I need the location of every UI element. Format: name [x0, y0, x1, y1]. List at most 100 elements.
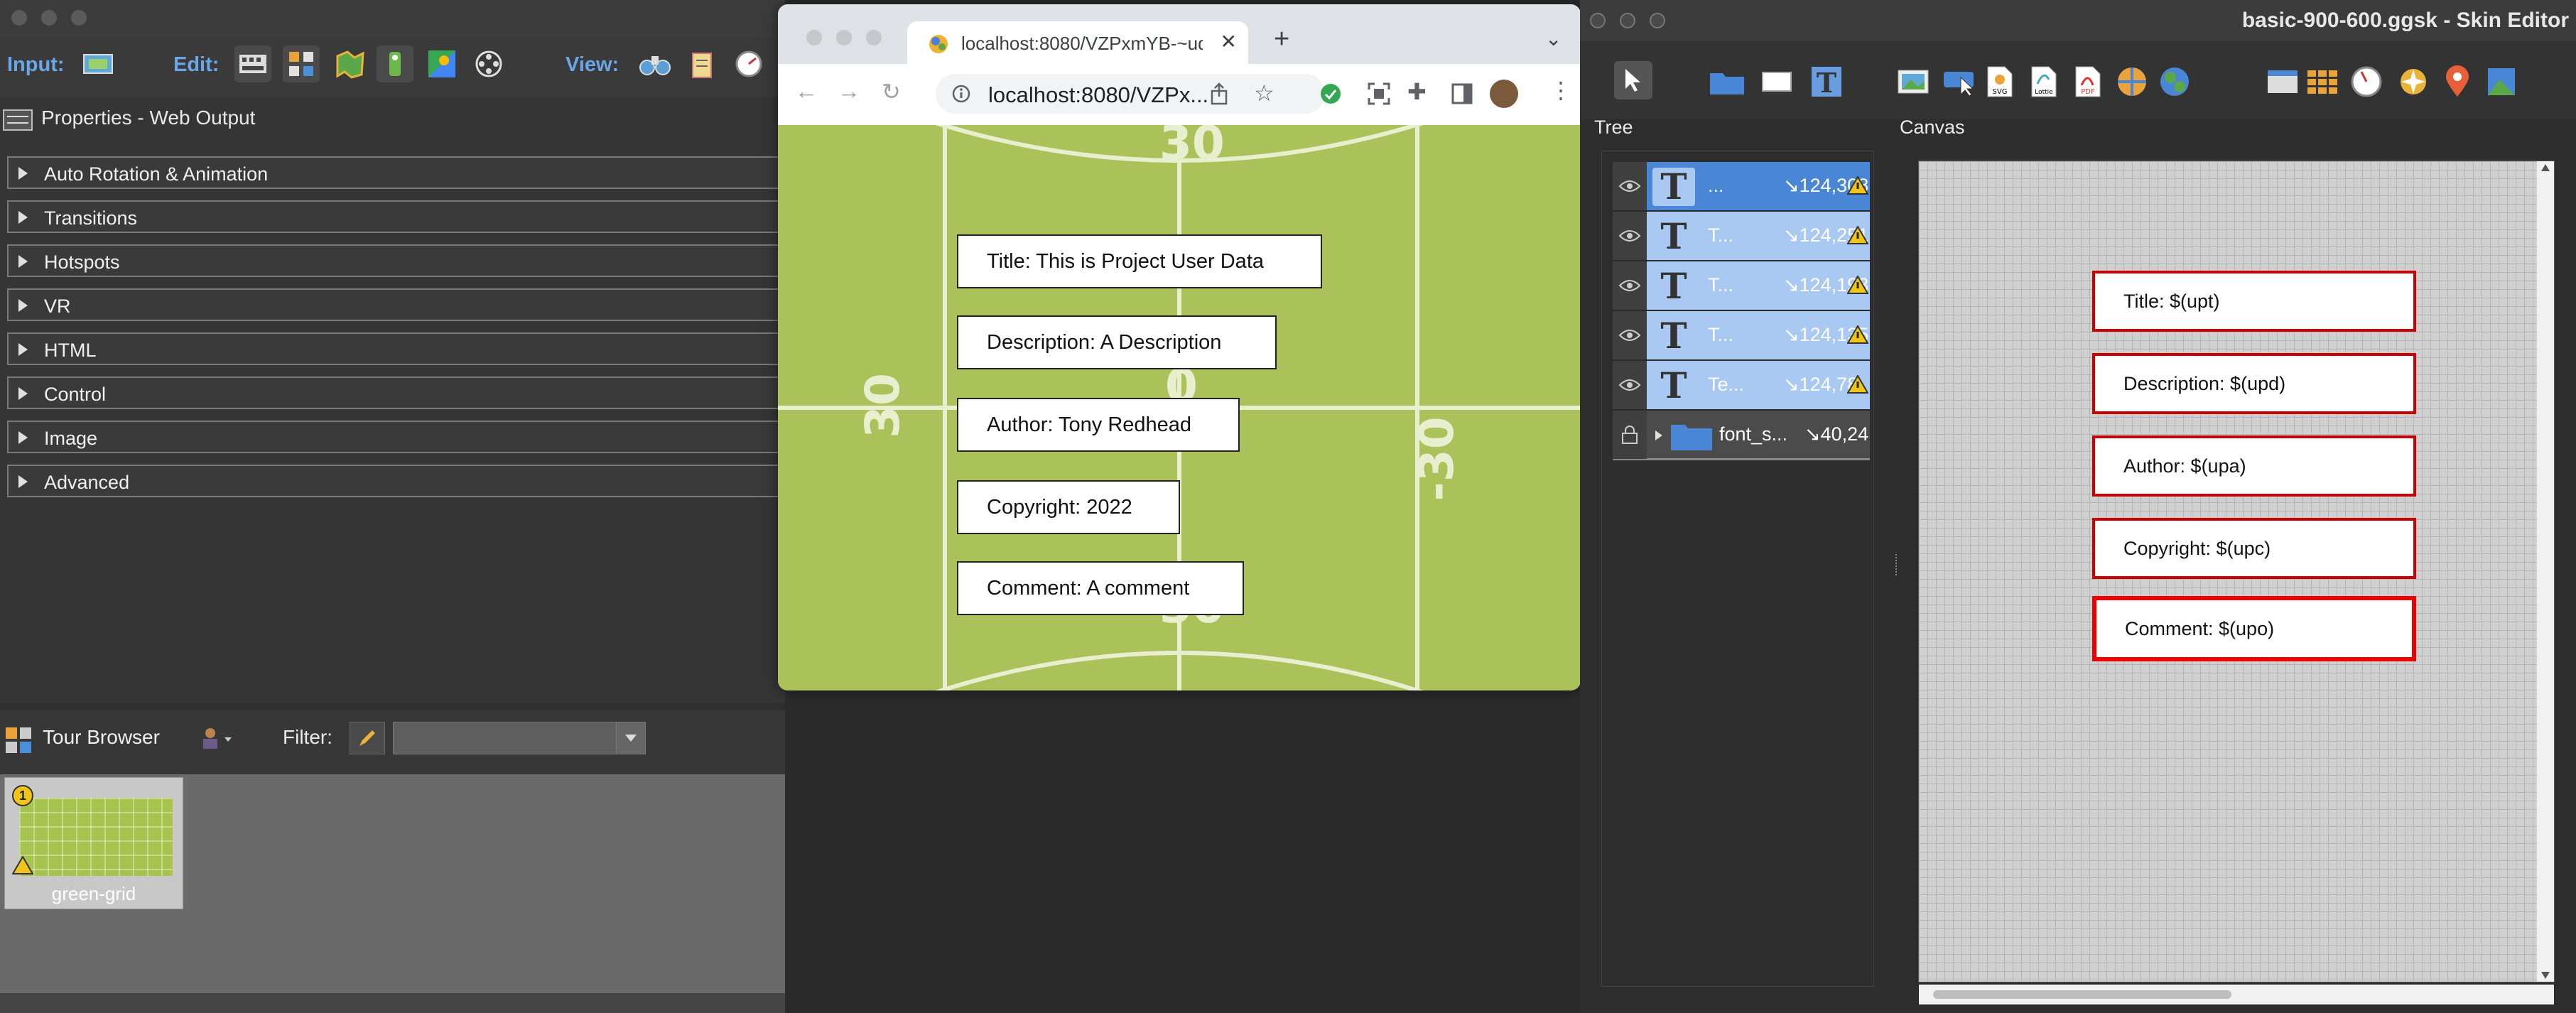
binoculars-icon[interactable] [637, 45, 673, 82]
close-window-button[interactable] [806, 30, 822, 45]
map-pin-icon[interactable] [2438, 63, 2477, 101]
image-tool-icon[interactable] [1894, 63, 1932, 101]
tab-close-icon[interactable]: ✕ [1221, 30, 1237, 53]
zoom-window-button[interactable] [866, 30, 882, 45]
canvas-author-box[interactable]: Author: $(upa) [2092, 435, 2416, 497]
tree-row[interactable]: T T... ↘124,135 [1613, 311, 1870, 361]
tree-row[interactable]: T T... ↘124,251 [1613, 212, 1870, 261]
canvas-title-box[interactable]: Title: $(upt) [2092, 271, 2416, 332]
notepad-icon[interactable] [683, 45, 720, 82]
filter-combobox[interactable] [393, 722, 646, 754]
section-label: Control [44, 384, 107, 405]
text-tool-icon[interactable]: T [1807, 63, 1846, 101]
filter-pencil-button[interactable] [350, 722, 385, 754]
svg-tool-icon[interactable]: SVG [1981, 63, 2019, 101]
hotspot-tool-icon[interactable] [2113, 63, 2151, 101]
tree-row[interactable]: T Te... ↘124,78 [1613, 361, 1870, 411]
bg-number-right: -30 [1409, 416, 1464, 501]
scrollarea-tool-icon[interactable] [2263, 63, 2302, 101]
visibility-eye-icon[interactable] [1613, 361, 1647, 409]
share-icon[interactable] [1208, 82, 1230, 107]
tree-row-folder[interactable]: font_s... ↘40,24 [1613, 411, 1870, 460]
tree-row[interactable]: T T... ↘124,193 [1613, 261, 1870, 311]
section-vr[interactable]: VR [7, 288, 785, 321]
filmstrip-icon[interactable] [234, 45, 271, 82]
rectangle-icon[interactable] [1758, 63, 1796, 101]
section-html[interactable]: HTML [7, 332, 785, 365]
canvas-copyright-box[interactable]: Copyright: $(upc) [2092, 518, 2416, 579]
dropdown-arrow-icon[interactable] [616, 722, 645, 754]
map-marker-star-icon[interactable] [2394, 63, 2432, 101]
panorama-thumbnail[interactable]: 1 green-grid [4, 777, 183, 909]
expand-triangle-icon[interactable] [1654, 429, 1664, 442]
google-maps-icon[interactable] [423, 45, 460, 82]
screenshot-icon[interactable] [1368, 82, 1390, 105]
map-icon[interactable] [331, 45, 368, 82]
zoom-window-button[interactable] [71, 10, 87, 26]
browser-tab[interactable]: localhost:8080/VZPxmYB-~ud ✕ [907, 21, 1248, 65]
filter-label: Filter: [283, 726, 332, 748]
button-tool-icon[interactable] [1939, 63, 1978, 101]
tab-search-chevron-icon[interactable]: ⌄ [1545, 27, 1562, 50]
scroll-up-arrow-icon[interactable] [2541, 164, 2550, 171]
canvas-comment-box[interactable]: Comment: $(upo) [2092, 596, 2416, 661]
bookmark-star-icon[interactable]: ☆ [1254, 80, 1275, 107]
zoom-window-button[interactable] [1650, 13, 1665, 28]
panel-splitter-handle[interactable] [1895, 554, 1903, 575]
browser-menu-icon[interactable]: ⋮ [1549, 77, 1572, 104]
scroll-thumb[interactable] [1933, 990, 2231, 999]
grid-tool-icon[interactable] [2303, 63, 2342, 101]
extension-green-icon[interactable] [1319, 82, 1342, 105]
film-reel-icon[interactable] [470, 45, 507, 82]
new-tab-icon[interactable]: + [1274, 24, 1289, 55]
view-label: View: [565, 53, 619, 76]
forward-icon[interactable]: → [838, 78, 860, 104]
tree-row-name: T... [1708, 224, 1734, 246]
visibility-eye-icon[interactable] [1613, 212, 1647, 260]
extensions-puzzle-icon[interactable]: ✚ [1407, 78, 1427, 105]
pdf-tool-icon[interactable]: PDF [2069, 63, 2107, 101]
minimize-window-button[interactable] [1620, 13, 1635, 28]
section-hotspots[interactable]: Hotspots [7, 244, 785, 277]
tour-map-icon[interactable] [283, 45, 320, 82]
canvas-description-box[interactable]: Description: $(upd) [2092, 353, 2416, 414]
gauge-icon[interactable] [730, 45, 767, 82]
lock-icon[interactable] [1613, 411, 1647, 459]
input-image-icon[interactable] [80, 45, 117, 82]
panel-splitter[interactable] [0, 703, 785, 710]
visibility-eye-icon[interactable] [1613, 311, 1647, 359]
visibility-eye-icon[interactable] [1613, 261, 1647, 310]
section-image[interactable]: Image [7, 421, 785, 453]
close-window-button[interactable] [1590, 13, 1606, 28]
skin-canvas[interactable]: Title: $(upt) Description: $(upd) Author… [1918, 161, 2555, 1004]
section-advanced[interactable]: Advanced [7, 465, 785, 497]
profile-avatar[interactable] [1490, 80, 1518, 108]
container-folder-icon[interactable] [1708, 63, 1746, 101]
back-icon[interactable]: ← [795, 78, 818, 104]
select-arrow-icon[interactable] [1614, 61, 1652, 99]
cloner-tool-icon[interactable] [2155, 63, 2194, 101]
section-control[interactable]: Control [7, 377, 785, 409]
map-layer-icon[interactable] [2482, 63, 2521, 101]
horizontal-scrollbar[interactable] [0, 993, 785, 1013]
badge-number: 1 [12, 785, 33, 806]
section-transitions[interactable]: Transitions [7, 200, 785, 233]
side-panel-icon[interactable] [1451, 82, 1473, 105]
canvas-vertical-scrollbar[interactable] [2537, 161, 2554, 982]
tree-row-name: T... [1708, 324, 1734, 345]
canvas-horizontal-scrollbar[interactable] [1919, 985, 2554, 1004]
minimize-window-button[interactable] [836, 30, 852, 45]
visibility-eye-icon[interactable] [1613, 162, 1647, 210]
expand-triangle-icon [18, 255, 28, 268]
section-auto-rotation[interactable]: Auto Rotation & Animation [7, 156, 785, 189]
skin-titlebar: basic-900-600.ggsk - Skin Editor [1580, 0, 2576, 42]
reload-icon[interactable]: ↻ [882, 78, 901, 105]
lottie-tool-icon[interactable]: Lottie [2025, 63, 2063, 101]
compass-dial-icon[interactable] [2347, 63, 2386, 101]
close-window-button[interactable] [11, 10, 27, 26]
scroll-down-arrow-icon[interactable] [2541, 972, 2550, 979]
minimize-window-button[interactable] [41, 10, 57, 26]
user-stamp-icon[interactable] [197, 725, 236, 753]
point-editor-icon[interactable] [377, 45, 413, 82]
tree-row[interactable]: T ... ↘124,308 [1613, 162, 1870, 212]
